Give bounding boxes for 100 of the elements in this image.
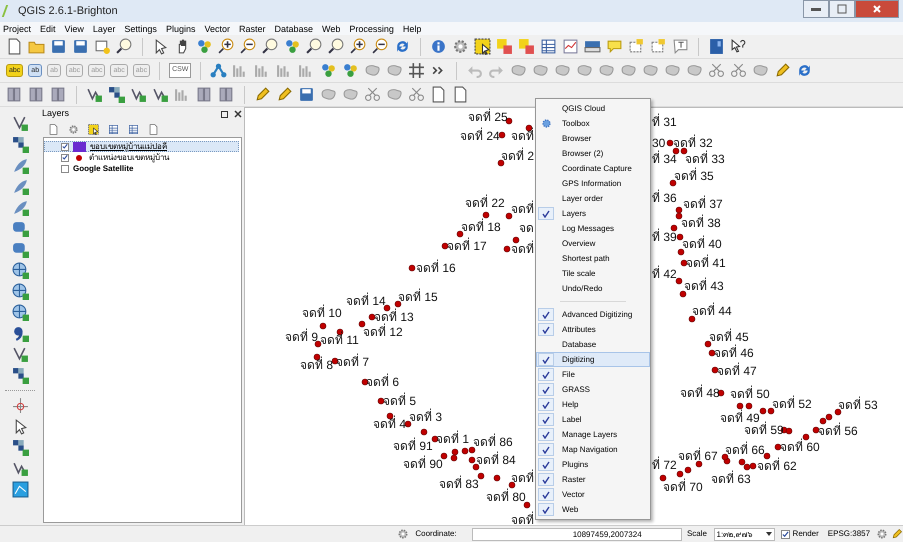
magnifier-icon[interactable] <box>116 38 133 55</box>
menu-option[interactable]: Shortest path <box>536 251 650 266</box>
menu-option[interactable]: Tile scale <box>536 266 650 281</box>
menu-item[interactable]: Edit <box>40 22 56 34</box>
gems-icon[interactable] <box>342 62 360 79</box>
help-book-icon[interactable] <box>708 38 725 55</box>
note-icon[interactable] <box>650 38 667 55</box>
gems-icon[interactable] <box>196 38 213 55</box>
menu-option[interactable]: Browser <box>536 131 650 146</box>
maximize-button[interactable] <box>829 0 855 18</box>
menu-item[interactable]: View <box>64 22 84 34</box>
render-checkbox[interactable] <box>780 530 790 538</box>
float-icon[interactable] <box>221 110 228 118</box>
menu-item[interactable]: Layer <box>92 22 116 34</box>
scissors-icon[interactable] <box>730 62 748 79</box>
database-icon[interactable] <box>28 86 45 103</box>
scissors-icon[interactable] <box>364 86 381 103</box>
question-cursor-icon[interactable] <box>730 38 747 55</box>
menu-option[interactable]: Overview <box>536 236 650 251</box>
menu-option[interactable]: Undo/Redo <box>536 281 650 296</box>
minimize-button[interactable] <box>803 0 829 18</box>
database-icon[interactable] <box>218 86 235 103</box>
menu-option[interactable]: Layer order <box>536 191 650 206</box>
menu-option[interactable]: QGIS Cloud <box>536 101 650 116</box>
grid-layer-icon[interactable] <box>108 86 125 103</box>
menu-option[interactable]: Layers <box>536 206 650 221</box>
menu-item[interactable]: Help <box>402 22 422 34</box>
gear-icon[interactable] <box>452 38 469 55</box>
ruler-icon[interactable] <box>584 38 601 55</box>
document-icon[interactable] <box>148 124 159 134</box>
menu-option[interactable]: Vector <box>536 487 650 502</box>
floppy-icon[interactable] <box>50 38 67 55</box>
table-icon[interactable] <box>108 124 119 134</box>
menu-option[interactable]: Browser (2) <box>536 146 650 161</box>
text-box-icon[interactable] <box>672 38 689 55</box>
zoom-in-icon[interactable] <box>218 38 235 55</box>
document-icon[interactable] <box>452 86 469 103</box>
magnifier-icon[interactable] <box>306 38 323 55</box>
menu-option[interactable]: Manage Layers <box>536 427 650 442</box>
database-icon[interactable] <box>196 86 213 103</box>
menu-item[interactable]: Raster <box>238 22 266 34</box>
layer-checkbox[interactable] <box>61 142 69 150</box>
network-icon[interactable] <box>210 62 228 79</box>
grid-icon[interactable] <box>408 62 426 79</box>
menu-option[interactable]: Digitizing <box>536 352 650 367</box>
menu-option[interactable]: Advanced Digitizing <box>536 307 650 322</box>
document-icon[interactable] <box>48 124 59 134</box>
info-icon[interactable] <box>430 38 447 55</box>
speech-bubble-icon[interactable] <box>606 38 623 55</box>
layer-checkbox[interactable] <box>61 164 69 172</box>
floppy-icon[interactable] <box>298 86 315 103</box>
gear-icon[interactable] <box>876 528 888 540</box>
feather-icon[interactable] <box>12 157 28 174</box>
menu-option[interactable]: GRASS <box>536 382 650 397</box>
menu-item[interactable]: Project <box>3 22 32 34</box>
pencil-icon[interactable] <box>774 62 792 79</box>
crosshair-icon[interactable] <box>12 397 28 414</box>
menu-item[interactable]: Web <box>322 22 340 34</box>
add-layer-icon[interactable] <box>12 346 28 363</box>
grid-layer-icon[interactable] <box>12 136 28 153</box>
crs-button[interactable]: EPSG:3857 <box>828 528 870 540</box>
pencil-icon[interactable] <box>891 528 903 540</box>
menu-item[interactable]: Processing <box>349 22 394 34</box>
vector-add-icon[interactable] <box>130 86 147 103</box>
menu-option[interactable]: Plugins <box>536 457 650 472</box>
squares-icon[interactable] <box>496 38 513 55</box>
document-icon[interactable] <box>430 86 447 103</box>
rounded-square-icon[interactable] <box>12 241 28 258</box>
scissors-icon[interactable] <box>708 62 726 79</box>
chart-icon[interactable] <box>562 38 579 55</box>
pencil-icon[interactable] <box>276 86 293 103</box>
layer-row[interactable]: ขอบเขตหมู่บ้านแม่ปอคี <box>44 141 239 152</box>
layer-name[interactable]: ขอบเขตหมู่บ้านแม่ปอคี <box>90 142 167 152</box>
rounded-square-icon[interactable] <box>12 220 28 237</box>
database-icon[interactable] <box>6 86 23 103</box>
globe-icon[interactable] <box>12 262 28 279</box>
zoom-in-icon[interactable] <box>350 38 367 55</box>
note-icon[interactable] <box>628 38 645 55</box>
zoom-out-icon[interactable] <box>240 38 257 55</box>
menu-option[interactable]: Raster <box>536 472 650 487</box>
gear-icon[interactable] <box>397 528 410 540</box>
page-star-icon[interactable] <box>94 38 111 55</box>
menu-option[interactable]: Label <box>536 412 650 427</box>
table-icon[interactable] <box>128 124 139 134</box>
refresh-icon[interactable] <box>394 38 411 55</box>
menu-item[interactable]: Database <box>274 22 314 34</box>
database-icon[interactable] <box>50 86 67 103</box>
gear-icon[interactable] <box>68 124 79 134</box>
menu-option[interactable]: File <box>536 367 650 382</box>
grid-layer-icon[interactable] <box>12 439 28 456</box>
zoom-out-icon[interactable] <box>372 38 389 55</box>
squares-icon[interactable] <box>518 38 535 55</box>
layer-name[interactable]: ตำแหน่งขอบเขตหมู่บ้าน <box>89 152 169 162</box>
feather-icon[interactable] <box>12 199 28 216</box>
feather-icon[interactable] <box>12 178 28 195</box>
menu-option[interactable]: Database <box>536 337 650 352</box>
layer-name[interactable]: Google Satellite <box>73 164 134 174</box>
magnifier-icon[interactable] <box>328 38 345 55</box>
magnifier-icon[interactable] <box>262 38 279 55</box>
close-icon[interactable] <box>234 110 242 118</box>
